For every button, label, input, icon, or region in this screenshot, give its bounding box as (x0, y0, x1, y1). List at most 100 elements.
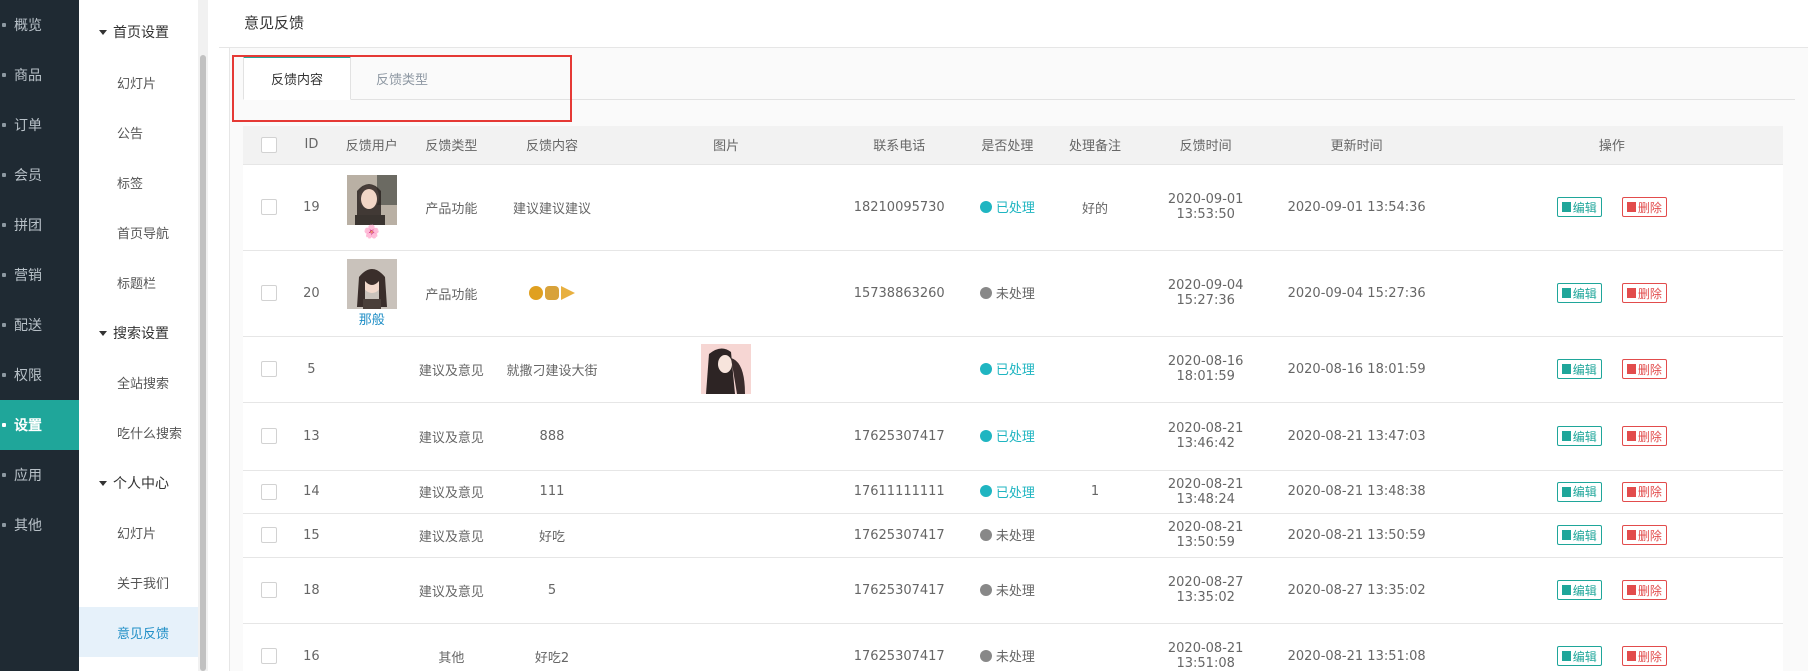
submenu-item-tags[interactable]: 标签 (79, 157, 204, 207)
edit-label: 编辑 (1572, 528, 1597, 543)
delete-button[interactable]: 删除 (1621, 580, 1667, 600)
edit-button[interactable]: 编辑 (1556, 525, 1602, 545)
row-select[interactable] (243, 250, 296, 337)
header-phone: 联系电话 (834, 126, 964, 165)
cell-content: 好吃2 (486, 623, 618, 671)
submenu-group-personal[interactable]: 个人中心 (99, 473, 169, 493)
tab-feedback-content[interactable]: 反馈内容 (243, 56, 352, 100)
checkbox-icon[interactable] (261, 483, 278, 500)
row-select[interactable] (243, 557, 296, 624)
edit-button[interactable]: 编辑 (1556, 359, 1602, 379)
nav-item-settings[interactable]: 设置 (0, 400, 79, 450)
nav-item-other[interactable]: 其他 (0, 500, 79, 550)
checkbox-icon[interactable] (261, 136, 278, 153)
trash-icon (1626, 651, 1636, 661)
delete-button[interactable]: 删除 (1621, 197, 1667, 217)
nav-item-apps[interactable]: 应用 (0, 450, 79, 500)
cell-actions: 编辑 删除 (1440, 623, 1783, 671)
nav-item-overview[interactable]: 概览 (0, 0, 79, 50)
submenu-item-food-search[interactable]: 吃什么搜索 (79, 407, 204, 457)
submenu-item-home-nav[interactable]: 首页导航 (79, 207, 204, 257)
burger-icon (544, 286, 559, 300)
row-select[interactable] (243, 336, 296, 403)
status-text: 已处理 (995, 201, 1035, 217)
edit-icon (1561, 651, 1571, 661)
delete-button[interactable]: 删除 (1621, 426, 1667, 446)
checkbox-icon[interactable] (261, 527, 278, 543)
cell-status: 已处理 (963, 470, 1052, 514)
edit-icon (1561, 486, 1571, 497)
permissions-icon (2, 373, 6, 377)
edit-label: 编辑 (1572, 362, 1597, 377)
submenu-group-home[interactable]: 首页设置 (99, 22, 169, 42)
nav-item-marketing[interactable]: 营销 (0, 250, 79, 300)
cell-phone: 15738863260 (834, 250, 964, 337)
user-name: 🌸 (363, 224, 380, 240)
tab-feedback-type[interactable]: 反馈类型 (349, 56, 455, 100)
nav-item-goods[interactable]: 商品 (0, 50, 79, 100)
edit-label: 编辑 (1572, 583, 1597, 598)
row-select[interactable] (243, 164, 296, 251)
checkbox-icon[interactable] (261, 428, 278, 444)
edit-button[interactable]: 编辑 (1556, 646, 1602, 666)
user-name[interactable]: 那般 (359, 313, 385, 328)
nav-item-members[interactable]: 会员 (0, 150, 79, 200)
feedback-image[interactable] (701, 344, 752, 394)
header-content: 反馈内容 (486, 126, 618, 165)
checkbox-icon[interactable] (261, 361, 278, 377)
checkbox-icon[interactable] (261, 582, 278, 598)
cell-created: 2020-09-04 15:27:36 (1138, 250, 1273, 337)
checkbox-icon[interactable] (261, 199, 278, 215)
status-text: 已处理 (995, 430, 1035, 446)
submenu-item-about[interactable]: 关于我们 (79, 557, 204, 607)
submenu-group-search[interactable]: 搜索设置 (99, 323, 169, 343)
nav-item-orders[interactable]: 订单 (0, 100, 79, 150)
row-select[interactable] (243, 470, 296, 514)
row-select[interactable] (243, 623, 296, 671)
submenu-item-personal-slides[interactable]: 幻灯片 (79, 507, 204, 557)
trash-icon (1626, 364, 1636, 374)
edit-button[interactable]: 编辑 (1556, 481, 1602, 502)
row-select[interactable] (243, 402, 296, 471)
edit-button[interactable]: 编辑 (1556, 580, 1602, 600)
cell-type: 建议及意见 (416, 336, 487, 403)
submenu-item-site-search[interactable]: 全站搜索 (79, 357, 204, 407)
edit-button[interactable]: 编辑 (1556, 426, 1602, 446)
submenu-label: 吃什么搜索 (117, 426, 183, 442)
submenu-item-title-bar[interactable]: 标题栏 (79, 257, 204, 307)
row-select[interactable] (243, 513, 296, 558)
cell-type: 产品功能 (416, 250, 487, 337)
edit-button[interactable]: 编辑 (1556, 197, 1602, 217)
table-row: 15 建议及意见 好吃 17625307417 未处理 2020-08-21 1… (243, 513, 1783, 558)
submenu-scrollbar-thumb[interactable] (200, 55, 206, 671)
nav-item-permissions[interactable]: 权限 (0, 350, 79, 400)
nav-item-delivery[interactable]: 配送 (0, 300, 79, 350)
checkbox-icon[interactable] (261, 648, 278, 664)
submenu-item-feedback[interactable]: 意见反馈 (79, 607, 204, 657)
delete-label: 删除 (1637, 583, 1662, 598)
checkbox-icon[interactable] (261, 285, 278, 301)
cell-updated: 2020-08-27 13:35:02 (1272, 557, 1441, 624)
delete-button[interactable]: 删除 (1621, 283, 1667, 303)
submenu-item-notice[interactable]: 公告 (79, 107, 204, 157)
header-select-all[interactable] (243, 126, 296, 165)
cell-type: 建议及意见 (416, 513, 487, 558)
cell-type: 其他 (416, 623, 487, 671)
cell-actions: 编辑 删除 (1440, 164, 1783, 251)
cell-status: 未处理 (963, 250, 1052, 337)
cell-actions: 编辑 删除 (1440, 336, 1783, 403)
delete-button[interactable]: 删除 (1621, 646, 1667, 666)
edit-button[interactable]: 编辑 (1556, 283, 1602, 303)
nav-item-group-buy[interactable]: 拼团 (0, 200, 79, 250)
edit-icon (1561, 364, 1571, 374)
emoji-icon (528, 286, 543, 300)
delete-button[interactable]: 删除 (1621, 525, 1667, 545)
delete-button[interactable]: 删除 (1621, 481, 1667, 502)
content-card: 反馈内容 反馈类型 ID 反馈用户 反馈类型 反馈内容 图片 联系电话 是否处理… (219, 47, 1808, 671)
cell-user (327, 513, 417, 558)
submenu-item-slides[interactable]: 幻灯片 (79, 57, 204, 107)
cell-updated: 2020-08-16 18:01:59 (1272, 336, 1441, 403)
edit-icon (1561, 585, 1571, 595)
status-dot-icon (979, 286, 992, 299)
delete-button[interactable]: 删除 (1621, 359, 1667, 379)
